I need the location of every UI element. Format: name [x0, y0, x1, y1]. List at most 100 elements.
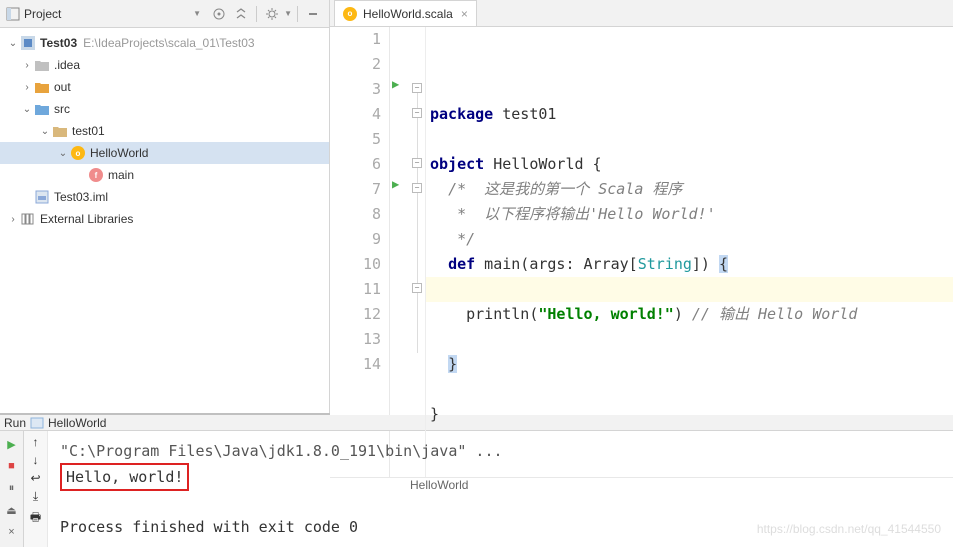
- console-output-highlighted: Hello, world!: [60, 463, 189, 491]
- code-kw: def: [448, 255, 475, 273]
- wrap-icon[interactable]: ↩: [30, 471, 40, 485]
- collapse-all-icon[interactable]: [231, 4, 251, 24]
- project-tree: ⌄ Test03 E:\IdeaProjects\scala_01\Test03…: [0, 28, 329, 234]
- code-text: }: [430, 405, 439, 423]
- collapse-icon[interactable]: ›: [6, 214, 20, 225]
- fold-icon[interactable]: −: [412, 283, 422, 293]
- fold-icon[interactable]: −: [412, 108, 422, 118]
- collapse-icon[interactable]: ›: [20, 60, 34, 71]
- line-num: 4: [330, 102, 381, 127]
- folder-icon: [34, 101, 50, 117]
- collapse-icon[interactable]: ›: [20, 82, 34, 93]
- close-icon[interactable]: ×: [3, 523, 21, 541]
- expand-icon[interactable]: ⌄: [38, 126, 52, 137]
- tree-item-iml[interactable]: Test03.iml: [0, 186, 329, 208]
- tree-item-helloworld[interactable]: ⌄ o HelloWorld: [0, 142, 329, 164]
- line-num: 2: [330, 52, 381, 77]
- code-text: println(: [448, 305, 538, 323]
- up-icon[interactable]: ↑: [33, 435, 39, 449]
- code-kw: object: [430, 155, 484, 173]
- tree-item-main[interactable]: f main: [0, 164, 329, 186]
- brace-highlight: {: [719, 255, 728, 273]
- code-text: test01: [493, 105, 556, 123]
- scala-icon: o: [343, 7, 357, 21]
- sidebar-title[interactable]: Project: [24, 7, 191, 21]
- tab-helloworld[interactable]: o HelloWorld.scala ×: [334, 0, 477, 26]
- tree-label: out: [54, 80, 71, 94]
- locate-icon[interactable]: [209, 4, 229, 24]
- separator: [256, 6, 257, 22]
- fold-icon[interactable]: −: [412, 83, 422, 93]
- run-config-name[interactable]: HelloWorld: [48, 416, 106, 430]
- tree-label: main: [108, 168, 134, 182]
- project-name: Test03: [40, 36, 77, 50]
- gear-dropdown-icon[interactable]: ▼: [284, 9, 292, 18]
- console-command: "C:\Program Files\Java\jdk1.8.0_191\bin\…: [60, 439, 941, 463]
- expand-icon[interactable]: ⌄: [20, 104, 34, 115]
- run-body: ▶ ■ ⏸ ⏏ × ↑ ↓ ↩ ⤓ 🖶 "C:\Program Files\Ja…: [0, 431, 953, 547]
- folder-icon: [34, 57, 50, 73]
- scala-object-icon: o: [70, 145, 86, 161]
- editor-tabs: o HelloWorld.scala ×: [330, 0, 953, 27]
- close-tab-icon[interactable]: ×: [461, 7, 468, 21]
- line-num: 5: [330, 127, 381, 152]
- fold-icon[interactable]: −: [412, 158, 422, 168]
- stop-icon[interactable]: ■: [3, 457, 21, 475]
- gear-icon[interactable]: [262, 4, 282, 24]
- line-numbers: 1 2 3 4 5 6 7 8 9 10 11 12 13 14: [330, 27, 390, 477]
- separator: [297, 6, 298, 22]
- run-gutter-icon[interactable]: ▶: [392, 77, 399, 91]
- project-sidebar: Project ▼ ▼ ⌄ Test03 E:\IdeaProjects\sca…: [0, 0, 330, 413]
- fold-column: − − − − −: [410, 27, 426, 477]
- print-icon[interactable]: 🖶: [30, 508, 41, 529]
- tree-label: src: [54, 102, 70, 116]
- hide-icon[interactable]: [303, 4, 323, 24]
- tree-label: test01: [72, 124, 105, 138]
- scroll-icon[interactable]: ⤓: [33, 489, 38, 504]
- code-comment: */: [448, 230, 475, 248]
- line-num: 14: [330, 352, 381, 377]
- rerun-icon[interactable]: ▶: [3, 435, 21, 453]
- brace-highlight: }: [448, 355, 457, 373]
- tree-item-external-libs[interactable]: › External Libraries: [0, 208, 329, 230]
- expand-icon[interactable]: ⌄: [56, 148, 70, 159]
- module-icon: [20, 35, 36, 51]
- gutter-markers: ▶ ▶: [390, 27, 410, 477]
- package-icon: [52, 123, 68, 139]
- run-title[interactable]: Run: [4, 416, 26, 430]
- code-comment: // 输出 Hello World: [692, 305, 857, 323]
- function-icon: f: [88, 167, 104, 183]
- code-editor[interactable]: 1 2 3 4 5 6 7 8 9 10 11 12 13 14 ▶ ▶ −: [330, 27, 953, 477]
- code-text: ): [674, 305, 692, 323]
- down-icon[interactable]: ↓: [33, 453, 39, 467]
- line-num: 8: [330, 202, 381, 227]
- line-num: 3: [330, 77, 381, 102]
- tree-item-package[interactable]: ⌄ test01: [0, 120, 329, 142]
- code-content[interactable]: package test01 object HelloWorld { /* 这是…: [426, 27, 953, 477]
- pause-icon[interactable]: ⏸: [3, 479, 21, 497]
- project-path: E:\IdeaProjects\scala_01\Test03: [83, 36, 254, 50]
- library-icon: [20, 211, 36, 227]
- code-kw: package: [430, 105, 493, 123]
- sidebar-header: Project ▼ ▼: [0, 0, 329, 28]
- line-num: 9: [330, 227, 381, 252]
- code-comment: * 以下程序将输出'Hello World!': [448, 205, 716, 223]
- tree-item-idea[interactable]: › .idea: [0, 54, 329, 76]
- tree-item-src[interactable]: ⌄ src: [0, 98, 329, 120]
- code-string: "Hello, world!": [538, 305, 673, 323]
- line-num: 11: [330, 277, 381, 302]
- iml-icon: [34, 189, 50, 205]
- run-gutter-icon[interactable]: ▶: [392, 177, 399, 191]
- exit-icon[interactable]: ⏏: [3, 501, 21, 519]
- tree-item-out[interactable]: › out: [0, 76, 329, 98]
- fold-icon[interactable]: −: [412, 183, 422, 193]
- tree-label: External Libraries: [40, 212, 133, 226]
- run-panel: Run HelloWorld ▶ ■ ⏸ ⏏ × ↑ ↓ ↩ ⤓ 🖶 "C:\P…: [0, 413, 953, 547]
- line-num: 10: [330, 252, 381, 277]
- line-num: 12: [330, 302, 381, 327]
- expand-icon[interactable]: ⌄: [6, 38, 20, 49]
- view-dropdown-icon[interactable]: ▼: [193, 9, 201, 18]
- line-num: 1: [330, 27, 381, 52]
- tree-project-root[interactable]: ⌄ Test03 E:\IdeaProjects\scala_01\Test03: [0, 32, 329, 54]
- console-output[interactable]: "C:\Program Files\Java\jdk1.8.0_191\bin\…: [48, 431, 953, 547]
